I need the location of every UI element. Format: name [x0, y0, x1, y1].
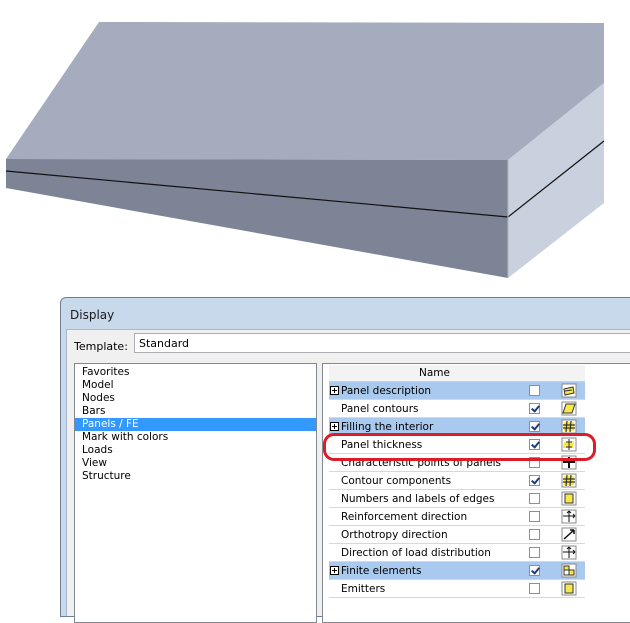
grid-header: Name [329, 365, 585, 382]
panel-contour-icon[interactable] [561, 401, 577, 416]
option-label: Reinforcement direction [341, 511, 468, 523]
option-checkbox[interactable] [529, 565, 540, 576]
category-item[interactable]: Model [75, 379, 316, 392]
option-label: Finite elements [341, 565, 422, 577]
option-row[interactable]: Finite elements [329, 562, 585, 580]
template-label: Template: [74, 340, 128, 353]
mesh-icon[interactable] [561, 563, 577, 578]
highlight-annotation [323, 433, 596, 461]
option-checkbox[interactable] [529, 547, 540, 558]
diagonal-arrow-icon[interactable] [561, 527, 577, 542]
square-icon[interactable] [561, 581, 577, 596]
option-label: Filling the interior [341, 421, 434, 433]
option-label: Orthotropy direction [341, 529, 448, 541]
hatch-icon[interactable] [561, 419, 577, 434]
category-item[interactable]: Mark with colors [75, 431, 316, 444]
slab-front-face [6, 159, 508, 278]
arrows-icon[interactable] [561, 545, 577, 560]
category-item[interactable]: Panels / FE [75, 418, 316, 431]
option-checkbox[interactable] [529, 583, 540, 594]
option-row[interactable]: Panel contours [329, 400, 585, 418]
expand-plus-icon[interactable] [330, 422, 339, 431]
dialog-client-area: Template: Standard Favorites Model Nodes Ba… [66, 329, 630, 623]
option-checkbox[interactable] [529, 529, 540, 540]
option-label: Contour components [341, 475, 452, 487]
option-row[interactable]: Emitters [329, 580, 585, 598]
panel-description-icon[interactable] [561, 383, 577, 398]
option-row[interactable]: Orthotropy direction [329, 526, 585, 544]
square-icon[interactable] [561, 491, 577, 506]
slab-top-face [6, 22, 604, 160]
display-options-grid[interactable]: Name Panel description Panel contours Fill… [322, 363, 630, 623]
option-checkbox[interactable] [529, 475, 540, 486]
arrows-icon[interactable] [561, 509, 577, 524]
option-label: Numbers and labels of edges [341, 493, 495, 505]
category-item[interactable]: View [75, 457, 316, 470]
3d-model-viewport[interactable] [0, 0, 630, 300]
expand-plus-icon[interactable] [330, 566, 339, 575]
dialog-title: Display [70, 308, 115, 322]
category-item[interactable]: Nodes [75, 392, 316, 405]
hatch-icon[interactable] [561, 473, 577, 488]
category-item[interactable]: Bars [75, 405, 316, 418]
option-checkbox[interactable] [529, 403, 540, 414]
option-row[interactable]: Direction of load distribution [329, 544, 585, 562]
option-row[interactable]: Contour components [329, 472, 585, 490]
option-row[interactable]: Numbers and labels of edges [329, 490, 585, 508]
category-item[interactable]: Loads [75, 444, 316, 457]
option-label: Panel contours [341, 403, 419, 415]
option-row[interactable]: Panel description [329, 382, 585, 400]
template-combobox[interactable]: Standard [134, 333, 630, 353]
grid-header-name: Name [419, 367, 450, 379]
category-item[interactable]: Structure [75, 470, 316, 483]
option-row[interactable]: Reinforcement direction [329, 508, 585, 526]
expand-plus-icon[interactable] [330, 386, 339, 395]
option-checkbox[interactable] [529, 421, 540, 432]
category-list[interactable]: Favorites Model Nodes Bars Panels / FE Mark w… [74, 363, 317, 623]
option-label: Emitters [341, 583, 386, 595]
option-checkbox[interactable] [529, 511, 540, 522]
option-label: Panel description [341, 385, 432, 397]
option-label: Direction of load distribution [341, 547, 491, 559]
category-item[interactable]: Favorites [75, 366, 316, 379]
option-checkbox[interactable] [529, 493, 540, 504]
option-checkbox[interactable] [529, 385, 540, 396]
